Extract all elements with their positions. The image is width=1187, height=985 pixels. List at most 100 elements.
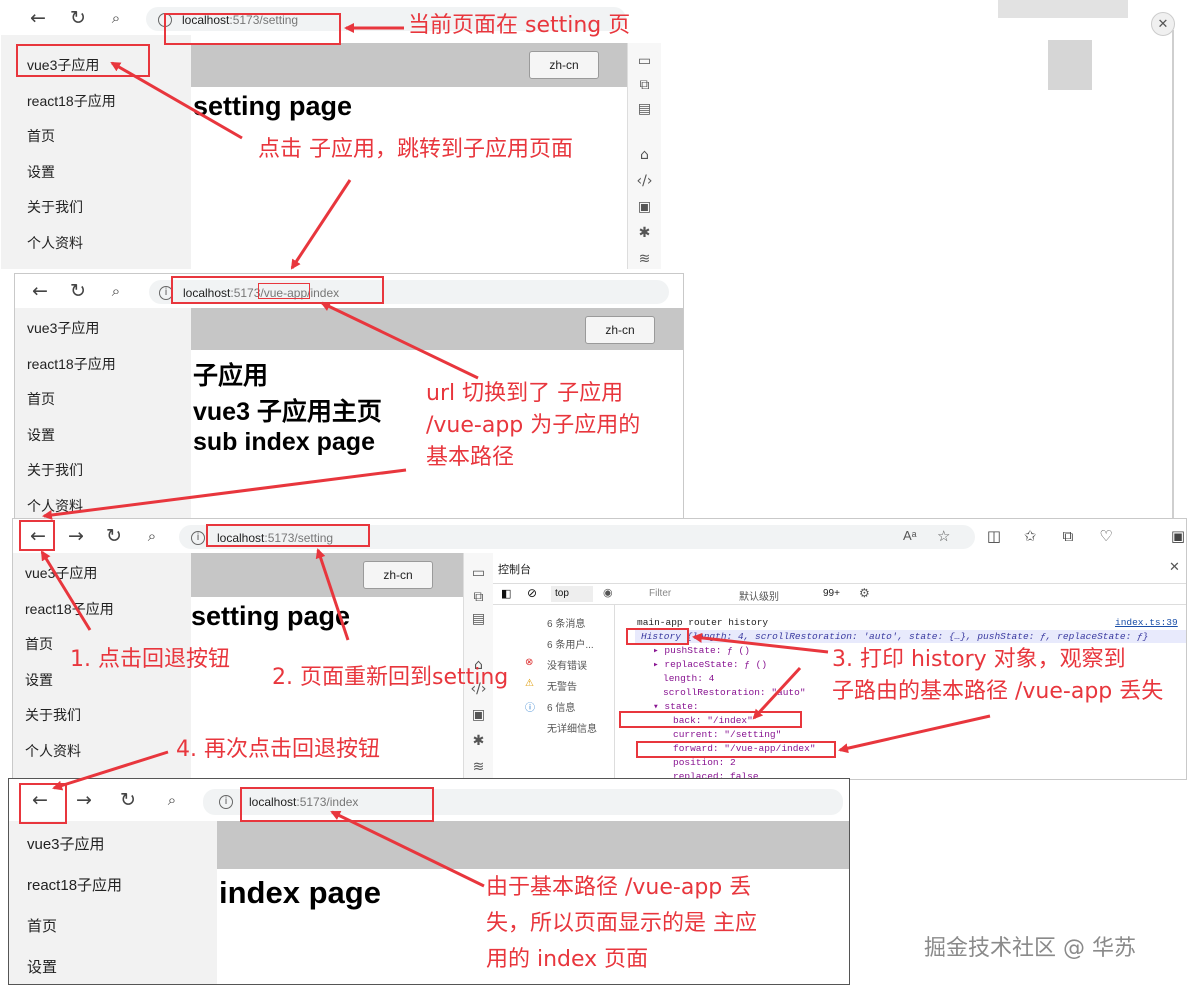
app-header-bar: [217, 821, 849, 869]
copy-icon[interactable]: ⧉: [628, 77, 661, 93]
language-button[interactable]: zh-cn: [529, 51, 599, 79]
annotation-click-subapp: 点击 子应用，跳转到子应用页面: [258, 137, 573, 162]
read-aloud-icon[interactable]: Aᵃ: [903, 528, 917, 543]
browser-toolbar: ← → ↻ ⌕ i localhost:5173/setting Aᵃ ☆ ◫ …: [13, 519, 1186, 553]
search-icon[interactable]: ⌕: [157, 783, 187, 817]
highlight-vue3-menu: [16, 44, 150, 77]
issues-badge[interactable]: 99+: [823, 588, 840, 599]
reload-icon[interactable]: ↻: [113, 783, 143, 817]
back-arrow-icon[interactable]: ←: [23, 1, 53, 35]
language-button[interactable]: zh-cn: [363, 561, 433, 589]
sidebar-item-react18[interactable]: react18子应用: [27, 354, 116, 374]
console-icon[interactable]: ▣: [628, 199, 661, 215]
forward-arrow-icon[interactable]: →: [61, 519, 91, 553]
highlight-state-back: [619, 711, 802, 728]
collections-icon[interactable]: ⧉: [1053, 519, 1083, 553]
log-level-select[interactable]: 默认级别: [739, 588, 779, 603]
language-button[interactable]: zh-cn: [585, 316, 655, 344]
blurred-fragment: [1048, 40, 1092, 90]
reload-icon[interactable]: ↻: [63, 274, 93, 308]
right-edge-line: [1172, 30, 1174, 518]
bug-icon[interactable]: ✱: [464, 733, 493, 749]
highlight-back-button: [19, 520, 55, 551]
search-icon[interactable]: ⌕: [137, 519, 167, 553]
split-screen-icon[interactable]: ◫: [979, 519, 1009, 553]
forward-arrow-icon[interactable]: →: [69, 783, 99, 817]
sidebar-item-home[interactable]: 首页: [25, 634, 53, 654]
bug-icon[interactable]: ✱: [628, 225, 661, 241]
sidebar-messages[interactable]: 6 条消息: [547, 615, 585, 630]
site-info-icon[interactable]: i: [191, 531, 205, 545]
reload-icon[interactable]: ↻: [99, 519, 129, 553]
page-heading-subapp: 子应用: [193, 362, 269, 390]
sidebar-errors[interactable]: 没有错误: [547, 657, 587, 672]
sidebar-item-profile[interactable]: 个人资料: [27, 233, 83, 253]
sidebar-item-react18[interactable]: react18子应用: [25, 599, 114, 619]
clear-console-icon[interactable]: ⊘: [527, 586, 537, 600]
sidebar-verbose[interactable]: 无详细信息: [547, 720, 597, 735]
highlight-base-path: [258, 283, 310, 299]
console-sidebar: 6 条消息 6 条用户... 没有错误 无警告 6 信息 无详细信息 ⊗ ⚠ ⓘ: [493, 605, 615, 779]
sidebar-item-vue3[interactable]: vue3子应用: [27, 318, 99, 338]
sidebar-item-profile[interactable]: 个人资料: [27, 496, 83, 516]
favorites-icon[interactable]: ✩: [1015, 519, 1045, 553]
sidebar-toggle-icon[interactable]: ◧: [501, 587, 511, 600]
panel-icon[interactable]: ▤: [464, 611, 493, 627]
highlight-url-setting-2: [206, 524, 370, 547]
sidebar-item-settings[interactable]: 设置: [27, 425, 55, 445]
sidebar-item-profile[interactable]: 个人资料: [25, 741, 81, 761]
line-position: position: 2: [673, 757, 736, 768]
favorite-icon[interactable]: ☆: [937, 527, 950, 545]
sidebar-info[interactable]: 6 信息: [547, 699, 575, 714]
sidebar-item-settings[interactable]: 设置: [25, 670, 53, 690]
sidebar-item-react18[interactable]: react18子应用: [27, 91, 116, 111]
wifi-icon[interactable]: ≋: [628, 251, 661, 267]
device-icon[interactable]: ▭: [464, 565, 493, 581]
sidebar-item-vue3[interactable]: vue3子应用: [27, 833, 105, 854]
page-heading: index page: [219, 875, 381, 910]
warning-icon: ⚠: [525, 678, 534, 689]
sidebar-warnings[interactable]: 无警告: [547, 678, 577, 693]
site-info-icon[interactable]: i: [219, 795, 233, 809]
sidebar-item-about[interactable]: 关于我们: [25, 705, 81, 725]
code-icon[interactable]: ‹/›: [628, 173, 661, 189]
history-summary[interactable]: History {length: 4, scrollRestoration: '…: [641, 631, 1148, 642]
back-arrow-icon[interactable]: ←: [25, 274, 55, 308]
sidebar-item-home[interactable]: 首页: [27, 915, 57, 936]
health-icon[interactable]: ♡: [1091, 519, 1121, 553]
info-icon: ⓘ: [525, 703, 535, 714]
sidebar-item-settings[interactable]: 设置: [27, 956, 57, 977]
reload-icon[interactable]: ↻: [63, 1, 93, 35]
sidebar-item-about[interactable]: 关于我们: [27, 197, 83, 217]
sidebar-item-home[interactable]: 首页: [27, 389, 55, 409]
sidebar-item-react18[interactable]: react18子应用: [27, 874, 122, 895]
sidebar-item-home[interactable]: 首页: [27, 126, 55, 146]
context-select[interactable]: top: [551, 586, 593, 602]
search-icon[interactable]: ⌕: [101, 274, 131, 308]
sidebar-item-settings[interactable]: 设置: [27, 162, 55, 182]
home-icon[interactable]: ⌂: [628, 147, 661, 163]
wifi-icon[interactable]: ≋: [464, 759, 493, 775]
annotation-url-switch-1: url 切换到了 子应用: [426, 381, 624, 406]
console-icon[interactable]: ▣: [464, 707, 493, 723]
panel-icon[interactable]: ▤: [628, 101, 661, 117]
copy-icon[interactable]: ⧉: [464, 589, 493, 605]
extension-icon[interactable]: ▣: [1163, 519, 1186, 553]
sidebar-item-about[interactable]: 关于我们: [27, 460, 83, 480]
sidebar-item-vue3[interactable]: vue3子应用: [25, 563, 97, 583]
close-devtools-icon[interactable]: ✕: [1169, 559, 1180, 575]
annotation-step3-1: 3. 打印 history 对象，观察到: [832, 647, 1126, 672]
sidebar-user-messages[interactable]: 6 条用户...: [547, 636, 594, 651]
line-replacestate[interactable]: ▸ replaceState: ƒ (): [653, 659, 767, 670]
device-icon[interactable]: ▭: [628, 53, 661, 69]
search-icon[interactable]: ⌕: [101, 1, 131, 35]
console-tab-title[interactable]: 控制台: [498, 561, 531, 577]
line-pushstate[interactable]: ▸ pushState: ƒ (): [653, 645, 750, 656]
eye-icon[interactable]: ◉: [603, 586, 613, 599]
settings-gear-icon[interactable]: ⚙: [859, 586, 870, 600]
console-toolbar: ◧ ⊘ top ◉ Filter 默认级别 99+ ⚙: [493, 583, 1186, 605]
error-icon: ⊗: [525, 657, 534, 668]
log-source-link[interactable]: index.ts:39: [1115, 617, 1178, 628]
filter-input[interactable]: Filter: [649, 588, 671, 599]
highlight-history: [626, 628, 689, 645]
